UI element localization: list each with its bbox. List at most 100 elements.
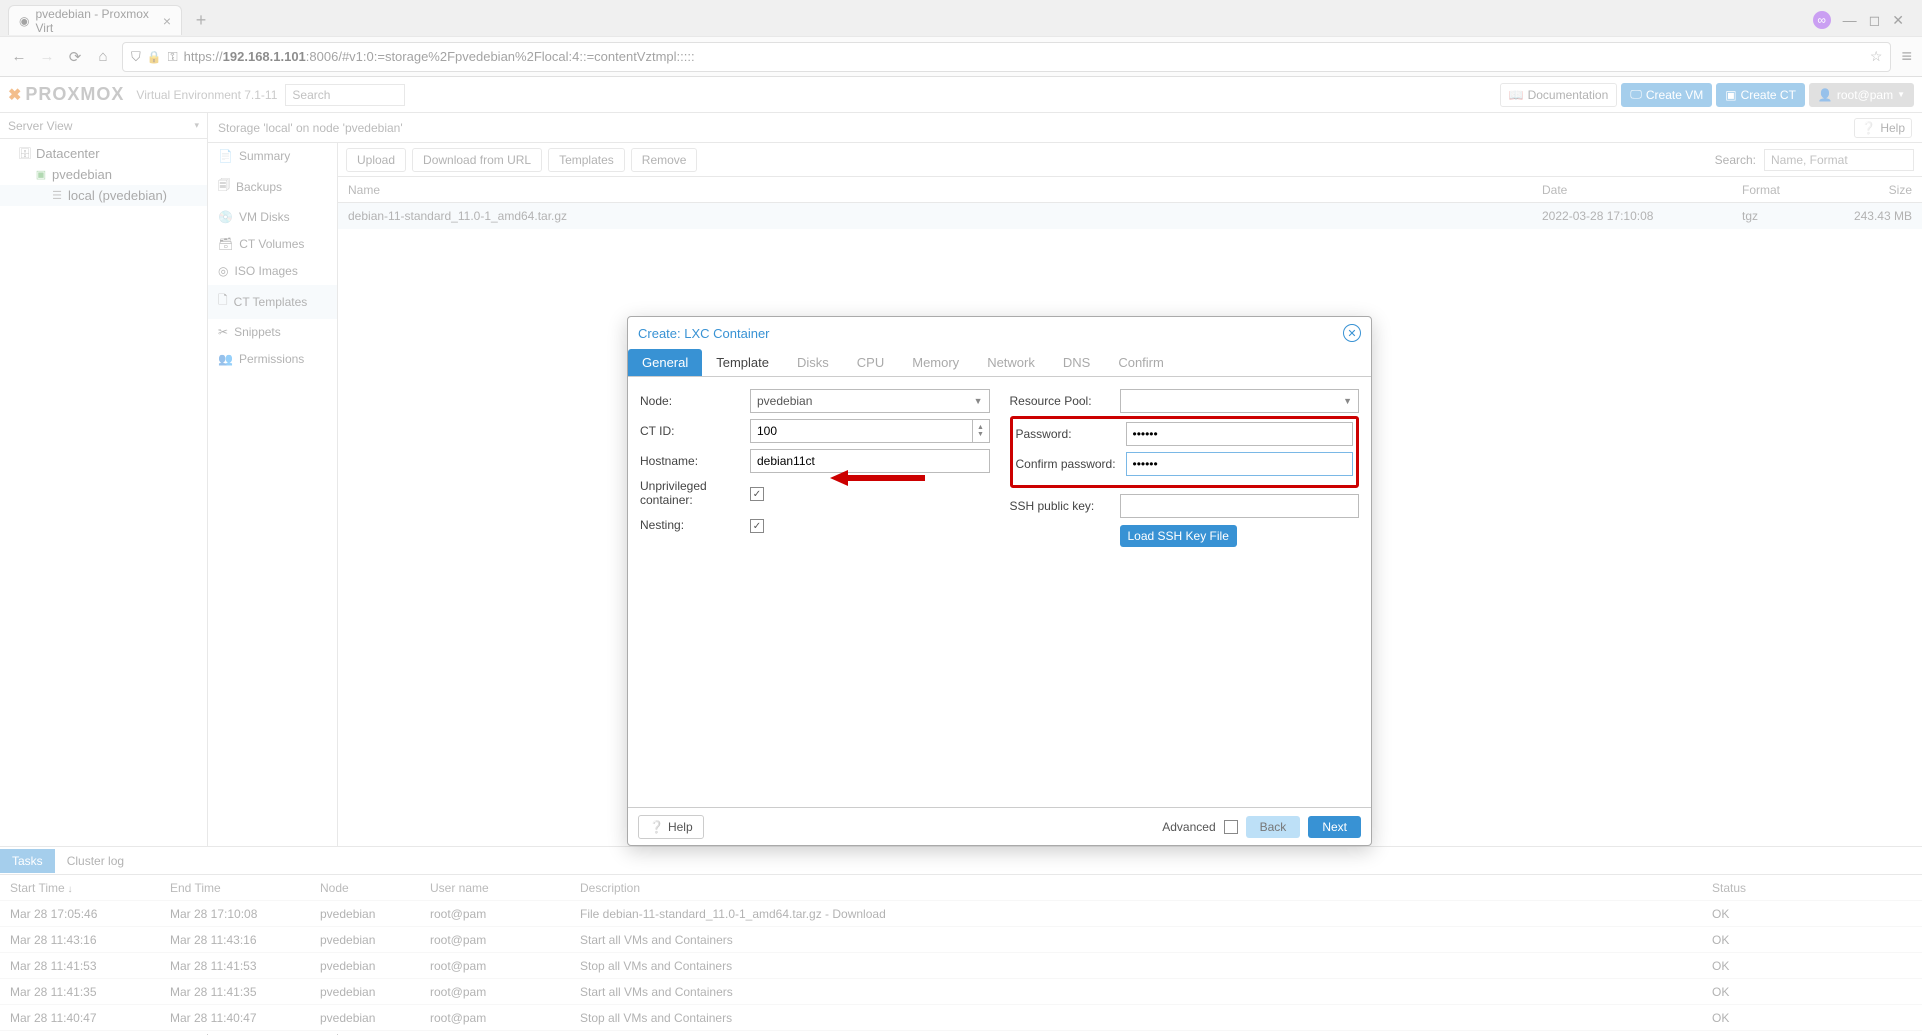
unpriv-label: Unprivileged container: — [640, 479, 750, 507]
tab-cpu[interactable]: CPU — [843, 349, 898, 376]
tc-desc: Stop all VMs and Containers — [570, 959, 1702, 973]
nav-iso[interactable]: ◎ISO Images — [208, 258, 337, 285]
tc-user: root@pam — [420, 985, 570, 999]
nav-summary[interactable]: 📄Summary — [208, 143, 337, 170]
node-select[interactable]: pvedebian▼ — [750, 389, 990, 413]
tab-template[interactable]: Template — [702, 349, 783, 376]
pool-select[interactable]: ▼ — [1120, 389, 1360, 413]
nav-snippets[interactable]: ✂Snippets — [208, 319, 337, 346]
ctid-input[interactable] — [750, 419, 972, 443]
chevron-down-icon[interactable]: ▼ — [977, 431, 984, 438]
tree-storage-local[interactable]: ☰ local (pvedebian) — [0, 185, 207, 206]
nav-vmdisks[interactable]: 💿VM Disks — [208, 204, 337, 231]
nav-label: ISO Images — [234, 264, 297, 278]
ctid-spinner[interactable]: ▲▼ — [750, 419, 990, 443]
tree-node[interactable]: ▣ pvedebian — [0, 164, 207, 185]
tab-disks[interactable]: Disks — [783, 349, 843, 376]
col-format-header[interactable]: Format — [1742, 183, 1832, 197]
modal-close-icon[interactable]: ✕ — [1343, 324, 1361, 342]
grid-row[interactable]: debian-11-standard_11.0-1_amd64.tar.gz 2… — [338, 203, 1922, 229]
user-menu-button[interactable]: 👤 root@pam ▼ — [1809, 83, 1914, 107]
load-ssh-button[interactable]: Load SSH Key File — [1120, 525, 1237, 547]
advanced-checkbox[interactable] — [1224, 820, 1238, 834]
nav-permissions[interactable]: 👥Permissions — [208, 346, 337, 373]
col-size-header[interactable]: Size — [1832, 183, 1922, 197]
cell-date: 2022-03-28 17:10:08 — [1542, 209, 1742, 223]
th-desc[interactable]: Description — [570, 881, 1702, 895]
chevron-up-icon[interactable]: ▲ — [977, 424, 984, 431]
tc-node: pvedebian — [310, 1011, 420, 1025]
disk-icon: 💿 — [218, 210, 233, 224]
task-row[interactable]: Mar 28 17:05:46Mar 28 17:10:08pvedebianr… — [0, 901, 1922, 927]
password-input[interactable] — [1126, 422, 1354, 446]
window-maximize-icon[interactable]: ◻ — [1869, 12, 1881, 29]
create-vm-button[interactable]: 🖵 Create VM — [1621, 83, 1712, 107]
bookmark-star-icon[interactable]: ☆ — [1870, 48, 1883, 65]
task-row[interactable]: Mar 28 11:41:53Mar 28 11:41:53pvedebianr… — [0, 953, 1922, 979]
templates-button[interactable]: Templates — [548, 148, 625, 172]
next-button[interactable]: Next — [1308, 816, 1361, 838]
back-button[interactable]: Back — [1246, 816, 1301, 838]
pool-label: Resource Pool: — [1010, 394, 1120, 408]
modal-help-button[interactable]: ❔Help — [638, 815, 704, 839]
browser-tab[interactable]: ◉ pvedebian - Proxmox Virt × — [8, 5, 182, 35]
extension-icon[interactable]: ∞ — [1813, 11, 1831, 29]
logo-x-icon: ✖ — [8, 85, 21, 105]
tc-user: root@pam — [420, 1011, 570, 1025]
create-ct-button[interactable]: ▣ Create CT — [1716, 83, 1805, 107]
nav-label: CT Volumes — [239, 237, 304, 251]
nav-forward-icon[interactable]: → — [38, 48, 56, 65]
tc-node: pvedebian — [310, 933, 420, 947]
tab-dns[interactable]: DNS — [1049, 349, 1104, 376]
tasks-tab[interactable]: Tasks — [0, 849, 55, 873]
nav-reload-icon[interactable]: ⟳ — [66, 48, 84, 66]
tab-general[interactable]: General — [628, 349, 702, 376]
header-search-input[interactable] — [285, 84, 405, 106]
spinner-buttons[interactable]: ▲▼ — [972, 419, 990, 443]
th-end[interactable]: End Time — [160, 881, 310, 895]
backup-icon: 🗐 — [218, 176, 230, 197]
filter-input[interactable] — [1764, 149, 1914, 171]
window-close-icon[interactable]: ✕ — [1892, 12, 1904, 29]
window-minimize-icon[interactable]: — — [1843, 12, 1857, 28]
node-value: pvedebian — [757, 394, 812, 408]
tree-datacenter[interactable]: 🗄 Datacenter — [0, 143, 207, 164]
documentation-button[interactable]: 📖 Documentation — [1500, 83, 1618, 107]
tab-network[interactable]: Network — [973, 349, 1049, 376]
nav-back-icon[interactable]: ← — [10, 48, 28, 65]
nav-home-icon[interactable]: ⌂ — [94, 48, 112, 65]
upload-button[interactable]: Upload — [346, 148, 406, 172]
nesting-checkbox[interactable]: ✓ — [750, 519, 764, 533]
confirm-password-input[interactable] — [1126, 452, 1354, 476]
modal-tabs: General Template Disks CPU Memory Networ… — [628, 349, 1371, 377]
tc-user: root@pam — [420, 907, 570, 921]
hamburger-menu-icon[interactable]: ≡ — [1901, 46, 1912, 67]
tab-confirm[interactable]: Confirm — [1104, 349, 1178, 376]
th-user[interactable]: User name — [420, 881, 570, 895]
task-row[interactable]: Mar 28 11:40:47Mar 28 11:40:47pvedebianr… — [0, 1005, 1922, 1031]
permission-icon: 👥 — [218, 352, 233, 366]
sidebar-header[interactable]: Server View ▾ — [0, 113, 207, 139]
clusterlog-tab[interactable]: Cluster log — [55, 849, 136, 873]
task-row[interactable]: Mar 28 11:43:16Mar 28 11:43:16pvedebianr… — [0, 927, 1922, 953]
th-status[interactable]: Status — [1702, 881, 1922, 895]
tab-memory[interactable]: Memory — [898, 349, 973, 376]
new-tab-button[interactable]: + — [188, 7, 214, 33]
url-bar[interactable]: ⛉ 🔒 ⚿ https://192.168.1.101:8006/#v1:0:=… — [122, 42, 1891, 72]
nav-ctvolumes[interactable]: 🗃CT Volumes — [208, 231, 337, 258]
download-url-button[interactable]: Download from URL — [412, 148, 542, 172]
chevron-down-icon: ▾ — [194, 120, 199, 131]
nav-cttemplates[interactable]: 🗋CT Templates — [208, 285, 337, 319]
nav-backups[interactable]: 🗐Backups — [208, 170, 337, 204]
sshkey-input[interactable] — [1120, 494, 1360, 518]
unpriv-checkbox[interactable]: ✓ — [750, 487, 764, 501]
help-button[interactable]: ❔ Help — [1854, 118, 1912, 138]
tab-close-icon[interactable]: × — [163, 13, 171, 29]
col-date-header[interactable]: Date — [1542, 183, 1742, 197]
task-row[interactable]: Mar 28 11:41:35Mar 28 11:41:35pvedebianr… — [0, 979, 1922, 1005]
col-name-header[interactable]: Name — [338, 183, 1542, 197]
th-node[interactable]: Node — [310, 881, 420, 895]
th-start[interactable]: Start Time — [0, 881, 160, 895]
remove-button[interactable]: Remove — [631, 148, 698, 172]
proxmox-logo[interactable]: ✖ PROXMOX — [8, 84, 124, 105]
